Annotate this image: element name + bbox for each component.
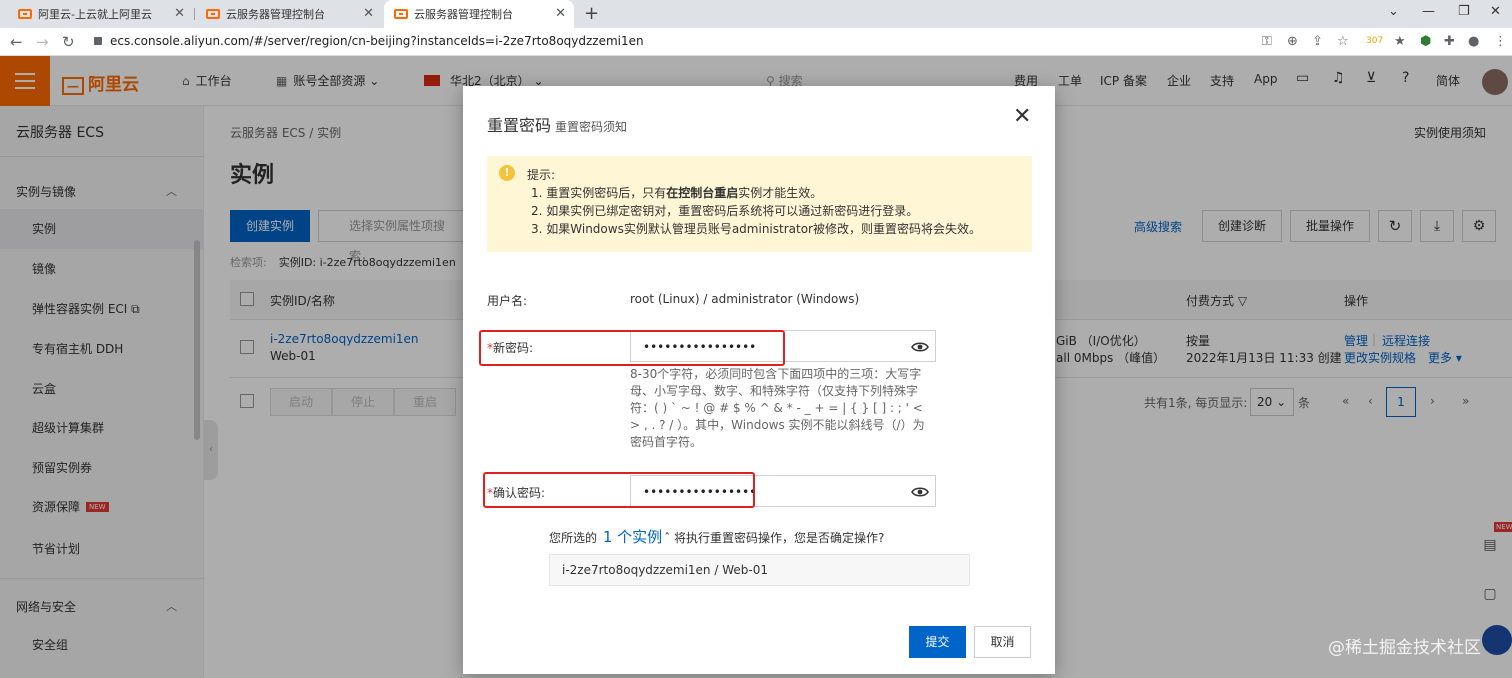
notice-item-2: 2. 如果实例已绑定密钥对，重置密码后系统将可以通过新密码进行登录。 <box>531 204 919 218</box>
chevron-up-icon[interactable]: ˆ <box>664 531 670 545</box>
notice-item-3: 3. 如果Windows实例默认管理员账号administrator被修改，则重… <box>531 222 981 236</box>
notice-item-1: 1. 重置实例密码后，只有在控制台重启实例才能生效。 <box>531 184 822 201</box>
aliyun-favicon-icon <box>394 9 408 19</box>
browser-tab-active[interactable]: 云服务器管理控制台 ✕ <box>384 0 574 28</box>
watermark-text: @稀土掘金技术社区 <box>1328 638 1481 658</box>
browser-menu-icon[interactable]: ⋮ <box>1494 34 1507 49</box>
browser-toolbar: ← → ↻ ecs.console.aliyun.com/#/server/re… <box>0 28 1512 56</box>
tab-close-icon[interactable]: ✕ <box>555 6 566 21</box>
minimize-icon[interactable]: — <box>1422 4 1435 19</box>
back-icon[interactable]: ← <box>10 33 23 51</box>
tab-separator <box>194 8 195 20</box>
extensions-puzzle-icon[interactable]: ✚ <box>1444 34 1455 49</box>
confirm-suffix: 将执行重置密码操作，您是否确定操作? <box>673 531 885 545</box>
aliyun-favicon-icon <box>206 9 220 19</box>
address-bar[interactable]: ecs.console.aliyun.com/#/server/region/c… <box>94 34 644 48</box>
bookmark-star-icon[interactable]: ☆ <box>1337 34 1349 49</box>
notice-text: 1. 重置实例密码后，只有 <box>531 186 667 200</box>
instance-count-toggle[interactable]: 1 个实例 <box>603 528 662 546</box>
tab-close-icon[interactable]: ✕ <box>174 6 185 21</box>
username-label: 用户名: <box>487 294 528 308</box>
notice-box: ! 提示: 1. 重置实例密码后，只有在控制台重启实例才能生效。 2. 如果实例… <box>487 156 1032 252</box>
url-text: ecs.console.aliyun.com/#/server/region/c… <box>110 34 644 48</box>
key-icon[interactable]: ⚿ <box>1262 34 1272 49</box>
extension-star-icon[interactable]: ★ <box>1394 34 1406 49</box>
tab-search-icon[interactable]: ⌄ <box>1388 4 1399 19</box>
new-tab-icon[interactable]: + <box>584 3 599 24</box>
cancel-button[interactable]: 取消 <box>974 626 1031 658</box>
browser-tab-title: 云服务器管理控制台 <box>414 8 513 21</box>
eye-icon[interactable] <box>911 338 929 356</box>
extension-badge[interactable]: 307 <box>1366 36 1383 46</box>
profile-icon[interactable]: ● <box>1468 34 1479 49</box>
notice-emphasis: 在控制台重启 <box>666 186 739 200</box>
share-icon[interactable]: ⇪ <box>1312 34 1323 49</box>
window-close-icon[interactable]: ✕ <box>1490 4 1501 19</box>
browser-tab[interactable]: 阿里云-上云就上阿里云 ✕ <box>8 0 193 28</box>
zoom-icon[interactable]: ⊕ <box>1287 34 1298 49</box>
close-icon[interactable]: ✕ <box>1013 104 1031 129</box>
tab-close-icon[interactable]: ✕ <box>363 6 374 21</box>
browser-tab-title: 云服务器管理控制台 <box>226 8 325 21</box>
notice-text: 实例才能生效。 <box>738 186 823 200</box>
selected-instance-list: i-2ze7rto8oqydzzemi1en / Web-01 <box>549 554 970 586</box>
browser-tab-strip: 阿里云-上云就上阿里云 ✕ 云服务器管理控制台 ✕ 云服务器管理控制台 ✕ + … <box>0 0 1512 28</box>
dialog-title: 重置密码 重置密码须知 <box>487 112 627 136</box>
highlight-box <box>483 472 755 508</box>
forward-icon[interactable]: → <box>36 33 49 51</box>
reload-icon[interactable]: ↻ <box>62 33 75 51</box>
aliyun-favicon-icon <box>18 9 32 19</box>
eye-icon[interactable] <box>911 483 929 501</box>
reset-notes-link[interactable]: 重置密码须知 <box>555 120 627 134</box>
dialog-title-text: 重置密码 <box>487 116 552 135</box>
reset-password-dialog: 重置密码 重置密码须知 ✕ ! 提示: 1. 重置实例密码后，只有在控制台重启实例… <box>463 86 1055 674</box>
highlight-box <box>479 330 785 366</box>
confirm-prefix: 您所选的 <box>549 531 598 545</box>
extension-green-icon[interactable]: ⬢ <box>1420 34 1431 49</box>
confirm-statement: 您所选的 1 个实例 ˆ 将执行重置密码操作，您是否确定操作? <box>549 526 884 547</box>
password-rules-hint: 8-30个字符，必须同时包含下面四项中的三项：大写字母、小写字母、数字、和特殊字… <box>630 367 925 449</box>
lock-icon <box>94 37 102 45</box>
warning-icon: ! <box>499 165 515 181</box>
notice-title: 提示: <box>527 168 556 182</box>
username-value: root (Linux) / administrator (Windows) <box>630 292 860 306</box>
browser-tab-title: 阿里云-上云就上阿里云 <box>38 8 152 21</box>
browser-tab[interactable]: 云服务器管理控制台 ✕ <box>196 0 382 28</box>
submit-button[interactable]: 提交 <box>909 626 966 658</box>
maximize-icon[interactable]: ❐ <box>1458 4 1470 19</box>
